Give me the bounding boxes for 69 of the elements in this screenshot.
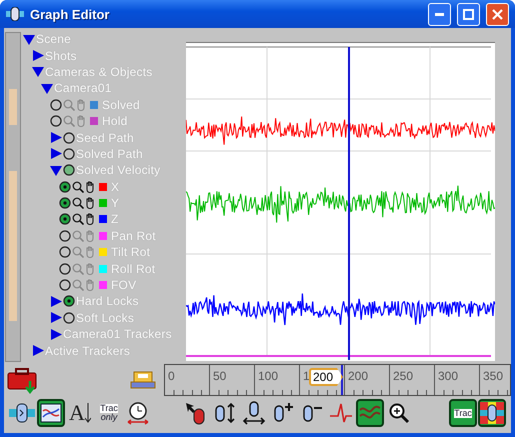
- visibility-toggle-icon[interactable]: [50, 98, 62, 111]
- app-icon: [6, 7, 24, 21]
- graph-view-button[interactable]: [37, 399, 65, 427]
- visibility-toggle-icon[interactable]: [59, 279, 71, 292]
- visibility-toggle-icon[interactable]: [59, 246, 71, 258]
- scanner-icon[interactable]: [130, 370, 156, 390]
- visibility-toggle-icon[interactable]: [50, 115, 62, 128]
- ruler-label: 100: [258, 369, 278, 383]
- curve-toggle-icon: [9, 403, 35, 423]
- zoom-icon[interactable]: [72, 180, 84, 193]
- ruler-label: 350: [483, 369, 504, 383]
- visibility-toggle-icon[interactable]: [63, 295, 75, 308]
- expand-arrow-icon[interactable]: [50, 148, 62, 160]
- close-icon: [492, 8, 503, 20]
- clock-icon: [125, 401, 151, 425]
- visibility-toggle-icon[interactable]: [63, 148, 75, 160]
- visibility-toggle-icon[interactable]: [59, 213, 71, 226]
- zoom-icon[interactable]: [72, 213, 84, 226]
- expand-arrow-icon[interactable]: [50, 296, 62, 307]
- ruler-label: 300: [438, 369, 458, 383]
- horizontal-scale-button[interactable]: [240, 399, 268, 427]
- close-button[interactable]: [486, 2, 509, 26]
- timeline-ruler[interactable]: 0 50 100 1 200 200 250 300 350: [164, 364, 511, 396]
- collapse-arrow-icon[interactable]: [41, 82, 53, 94]
- ruler-label: 200: [348, 369, 368, 383]
- down-arrow-icon: [84, 403, 91, 423]
- window-title: Graph Editor: [30, 6, 110, 22]
- minimize-icon: [435, 12, 444, 16]
- expand-arrow-icon[interactable]: [32, 345, 44, 356]
- color-channels-button[interactable]: [478, 399, 506, 427]
- ruler-label: 250: [393, 369, 414, 383]
- hand-icon[interactable]: [85, 213, 95, 226]
- visibility-toggle-icon[interactable]: [59, 180, 71, 193]
- expand-arrow-icon[interactable]: [50, 132, 62, 144]
- zoom-icon[interactable]: [72, 197, 84, 210]
- tracker-only-button[interactable]: Trac only: [95, 399, 123, 427]
- minimize-button[interactable]: [428, 2, 451, 26]
- ruler-label: 50: [213, 369, 226, 383]
- expand-arrow-icon[interactable]: [50, 312, 62, 324]
- ruler-label: 1: [303, 369, 310, 383]
- visibility-toggle-icon[interactable]: [59, 262, 71, 275]
- color-channels-icon: [480, 402, 504, 424]
- visibility-toggle-icon[interactable]: [63, 132, 75, 144]
- hand-icon[interactable]: [85, 197, 95, 210]
- visibility-toggle-icon[interactable]: [59, 230, 71, 242]
- expand-arrow-icon[interactable]: [32, 50, 44, 62]
- ruler-label: 0: [168, 369, 175, 383]
- tracker-view-button[interactable]: Trac: [449, 399, 477, 427]
- sort-button[interactable]: A: [66, 399, 94, 427]
- curve-button[interactable]: [356, 399, 384, 427]
- collapse-arrow-icon[interactable]: [23, 34, 35, 45]
- current-frame-marker[interactable]: 200: [309, 368, 344, 386]
- scrollbar[interactable]: [5, 32, 21, 362]
- visibility-toggle-icon[interactable]: [63, 312, 75, 324]
- zoom-icon: [388, 402, 410, 424]
- vertical-scale-icon: [213, 401, 237, 425]
- hand-icon[interactable]: [85, 180, 95, 193]
- maximize-icon: [463, 8, 474, 20]
- horizontal-scale-icon: [242, 401, 266, 425]
- spike-icon: [329, 401, 353, 425]
- collapse-arrow-icon[interactable]: [32, 66, 44, 78]
- expand-arrow-icon[interactable]: [50, 328, 62, 340]
- maximize-button[interactable]: [457, 2, 480, 26]
- curve-line[interactable]: [186, 116, 495, 146]
- graph-icon: [40, 403, 62, 423]
- visibility-toggle-icon[interactable]: [59, 197, 71, 210]
- curve-line[interactable]: [186, 292, 495, 326]
- collapse-arrow-icon[interactable]: [50, 164, 62, 176]
- visibility-toggle-icon[interactable]: [63, 164, 75, 176]
